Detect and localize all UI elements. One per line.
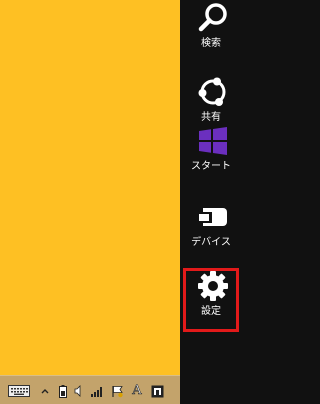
share-icon bbox=[197, 76, 229, 108]
search-icon bbox=[197, 2, 229, 34]
search-charm-label: 検索 bbox=[201, 38, 221, 49]
settings-charm[interactable]: 設定 bbox=[183, 268, 239, 332]
network-signal-icon[interactable] bbox=[90, 384, 104, 398]
ime-icon[interactable]: A bbox=[130, 383, 144, 398]
devices-charm-label: デバイス bbox=[191, 237, 231, 248]
devices-charm[interactable]: デバイス bbox=[183, 199, 239, 263]
charms-bar: 検索 共有 スタート デバイス 設定 bbox=[180, 0, 244, 404]
devices-icon bbox=[197, 201, 229, 233]
search-charm[interactable]: 検索 bbox=[183, 0, 239, 64]
battery-icon[interactable] bbox=[58, 384, 68, 398]
volume-icon[interactable] bbox=[73, 384, 83, 398]
action-center-flag-icon[interactable] bbox=[110, 384, 124, 398]
gear-icon bbox=[197, 270, 229, 302]
settings-charm-label: 設定 bbox=[201, 306, 221, 317]
keyboard-icon[interactable] bbox=[7, 384, 31, 398]
notification-icon[interactable] bbox=[150, 384, 164, 398]
windows-logo-icon bbox=[197, 125, 229, 157]
show-hidden-icons-icon[interactable] bbox=[40, 384, 50, 398]
desktop-background[interactable] bbox=[0, 0, 180, 375]
start-charm[interactable]: スタート bbox=[183, 123, 239, 187]
ime-mode-label: A bbox=[132, 383, 142, 398]
taskbar: A bbox=[0, 375, 180, 404]
start-charm-label: スタート bbox=[191, 161, 231, 172]
